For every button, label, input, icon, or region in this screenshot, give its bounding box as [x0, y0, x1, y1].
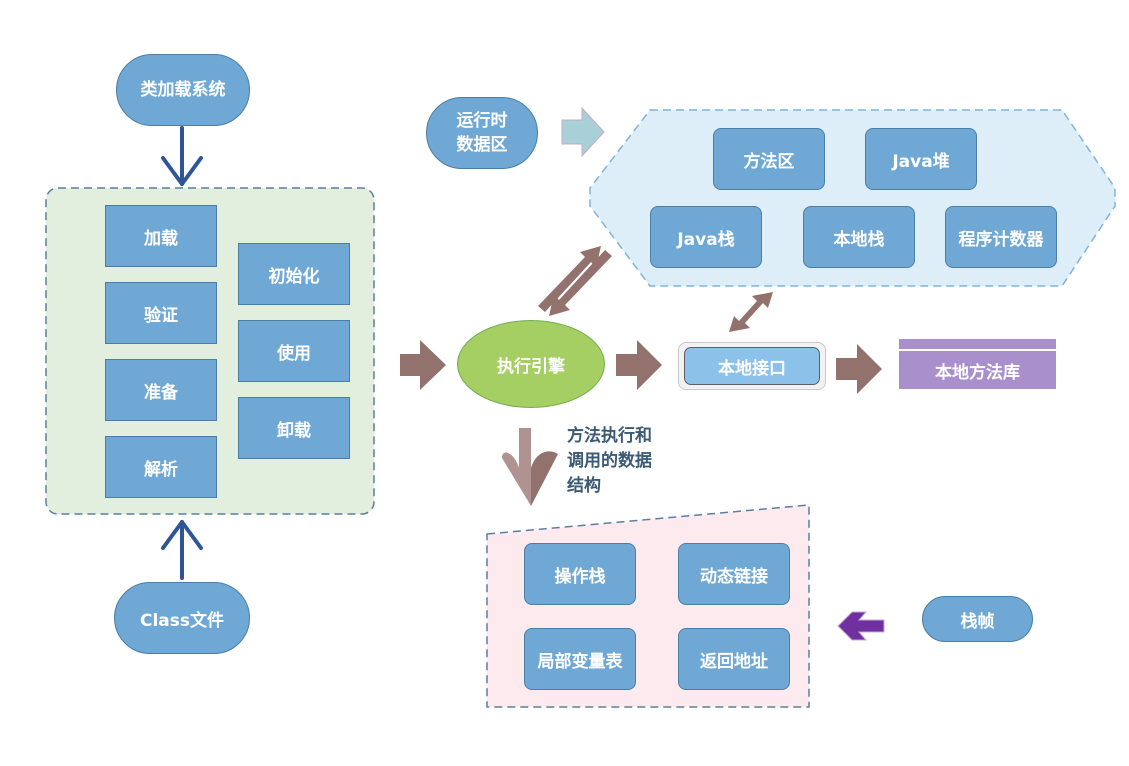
caption-line: 结构	[567, 476, 601, 496]
stack-frame-label: 栈帧	[960, 611, 995, 632]
stage-unload[interactable]: 卸载	[238, 397, 350, 459]
arrow-down-navy-icon	[161, 126, 203, 186]
arrow-right-teal-icon	[561, 106, 605, 158]
execution-engine-label: 执行引擎	[497, 356, 565, 377]
frame-local-variables[interactable]: 局部变量表	[524, 628, 636, 690]
area-java-stack[interactable]: Java栈	[650, 206, 762, 268]
caption-line: 方法执行和	[567, 426, 652, 446]
stage-resolve-label: 解析	[144, 459, 178, 480]
stage-load[interactable]: 加载	[105, 205, 217, 267]
class-file-node[interactable]: Class文件	[114, 582, 250, 654]
arrow-left-purple-icon	[837, 611, 885, 641]
arrow-bidirectional-pair-icon	[538, 246, 612, 316]
stage-initialize-label: 初始化	[268, 266, 320, 287]
arrow-up-navy-icon	[161, 520, 203, 580]
stage-verify[interactable]: 验证	[105, 282, 217, 344]
stage-resolve[interactable]: 解析	[105, 436, 217, 498]
frame-operand-stack[interactable]: 操作栈	[524, 543, 636, 605]
frame-return-address-label: 返回地址	[700, 651, 768, 672]
stage-initialize[interactable]: 初始化	[238, 243, 350, 305]
arrow-down-brown-icon	[502, 428, 558, 506]
stage-verify-label: 验证	[144, 305, 178, 326]
stage-load-label: 加载	[144, 228, 178, 249]
area-method[interactable]: 方法区	[713, 128, 825, 190]
frame-local-variables-label: 局部变量表	[537, 651, 623, 672]
class-loader-system-label: 类加载系统	[140, 80, 226, 100]
frame-return-address[interactable]: 返回地址	[678, 628, 790, 690]
arrow-right-brown-icon	[400, 340, 446, 390]
area-program-counter[interactable]: 程序计数器	[945, 206, 1057, 268]
native-interface-label: 本地接口	[718, 358, 786, 379]
area-method-label: 方法区	[743, 151, 795, 172]
stage-use-label: 使用	[277, 343, 311, 364]
frame-dynamic-linking-label: 动态链接	[700, 566, 768, 587]
frame-dynamic-linking[interactable]: 动态链接	[678, 543, 790, 605]
arrow-right-brown-icon	[616, 340, 662, 390]
arrow-right-brown-icon	[836, 344, 882, 394]
class-file-label: Class文件	[139, 610, 224, 631]
runtime-data-area-label: 运行时数据区	[456, 111, 508, 155]
native-library-topbar	[899, 339, 1056, 349]
stack-frame-node[interactable]: 栈帧	[922, 596, 1033, 642]
area-native-stack[interactable]: 本地栈	[803, 206, 915, 268]
area-native-stack-label: 本地栈	[833, 229, 885, 250]
area-java-stack-label: Java栈	[677, 229, 735, 250]
area-java-heap[interactable]: Java堆	[865, 128, 977, 190]
frame-operand-stack-label: 操作栈	[554, 566, 606, 587]
stage-unload-label: 卸载	[277, 420, 311, 441]
stage-prepare[interactable]: 准备	[105, 359, 217, 421]
native-library-label: 本地方法库	[935, 362, 1020, 383]
execution-engine-node[interactable]: 执行引擎	[457, 320, 605, 408]
area-java-heap-label: Java堆	[892, 151, 950, 172]
runtime-data-area-node[interactable]: 运行时数据区	[426, 97, 538, 169]
native-library-node[interactable]: 本地方法库	[899, 351, 1056, 389]
stack-frame-caption: 方法执行和 调用的数据 结构	[567, 424, 652, 499]
class-loader-system-node[interactable]: 类加载系统	[116, 54, 250, 126]
area-program-counter-label: 程序计数器	[958, 229, 1044, 250]
stage-prepare-label: 准备	[144, 382, 178, 403]
native-interface-node[interactable]: 本地接口	[684, 347, 820, 385]
arrow-double-headed-icon	[729, 292, 773, 332]
caption-line: 调用的数据	[567, 451, 652, 471]
stage-use[interactable]: 使用	[238, 320, 350, 382]
